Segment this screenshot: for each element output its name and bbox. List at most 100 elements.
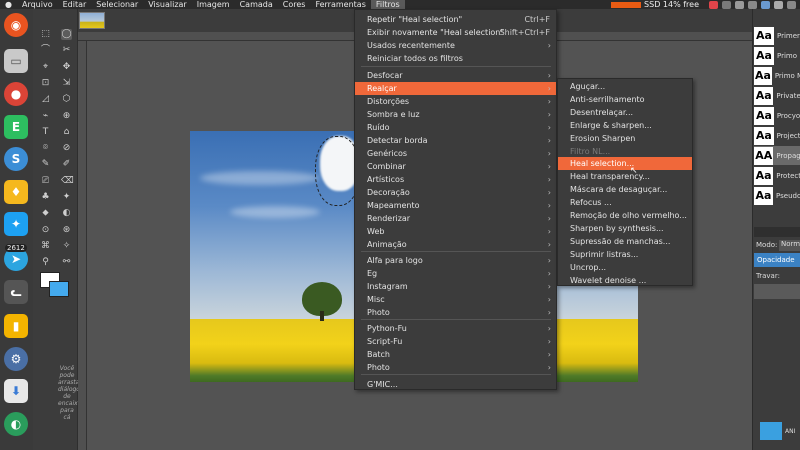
filters-menu-item[interactable]: Realçar › <box>355 82 556 95</box>
files-icon[interactable]: ▭ <box>4 49 28 73</box>
volume-icon[interactable] <box>787 0 796 9</box>
image-tab-thumbnail[interactable] <box>79 12 105 29</box>
menu-cores[interactable]: Cores <box>278 0 311 9</box>
tool-icon[interactable]: ⊛ <box>61 225 72 236</box>
tool-icon[interactable]: ⌘ <box>40 241 51 252</box>
tool-icon[interactable]: ⬚ <box>40 29 51 40</box>
wifi-icon[interactable] <box>774 0 783 9</box>
keyboard-icon[interactable] <box>722 0 731 9</box>
ssd-indicator[interactable]: SSD 14% free <box>611 0 699 9</box>
sound-icon[interactable]: ◐ <box>4 412 28 436</box>
tool-icon[interactable]: ⚯ <box>61 257 72 268</box>
filters-menu-item[interactable]: Genéricos › <box>355 147 556 160</box>
tool-icon[interactable]: ⊡ <box>40 78 51 89</box>
enhance-menu-item[interactable]: Máscara de desaguçar... <box>558 183 692 196</box>
tool-icon[interactable]: ⚲ <box>40 257 51 268</box>
tool-icon[interactable]: ⌖ <box>40 62 51 73</box>
enhance-menu-item[interactable]: Sharpen by synthesis... <box>558 222 692 235</box>
tool-icon[interactable]: ♣ <box>40 192 51 203</box>
tool-icon[interactable]: ✧ <box>61 241 72 252</box>
filters-menu-item[interactable]: Script-Fu › <box>355 335 556 348</box>
slides-icon[interactable]: ▮ <box>4 314 28 338</box>
lightbulb-icon[interactable]: ♦ <box>4 180 28 204</box>
tool-icon[interactable]: ⎚ <box>40 176 51 187</box>
font-item[interactable]: AA Propag <box>754 146 800 165</box>
evernote-icon[interactable]: E <box>4 115 28 139</box>
mode-select[interactable]: Norm <box>779 240 800 251</box>
filters-menu-item[interactable]: Renderizar › <box>355 212 556 225</box>
filters-menu-item[interactable]: Animação › <box>355 238 556 251</box>
font-item[interactable]: Aa Procyo <box>754 106 800 125</box>
menu-selecionar[interactable]: Selecionar <box>91 0 143 9</box>
tool-icon[interactable]: ⌂ <box>61 127 72 138</box>
filters-menu-item[interactable]: Desfocar › <box>355 69 556 82</box>
menu-editar[interactable]: Editar <box>58 0 92 9</box>
simplenote-icon[interactable]: S <box>4 147 28 171</box>
tool-icon[interactable]: ◐ <box>61 208 72 219</box>
enhance-menu-item[interactable]: Uncrop... <box>558 261 692 274</box>
filters-menu-item[interactable]: Alfa para logo › <box>355 254 556 267</box>
filters-menu-item[interactable]: Decoração › <box>355 186 556 199</box>
apple-menu-icon[interactable]: ● <box>0 0 17 9</box>
font-item[interactable]: Aa Primer <box>754 26 800 45</box>
tool-icon[interactable]: ◿ <box>40 94 51 105</box>
filters-menu-item[interactable]: Combinar › <box>355 160 556 173</box>
filters-menu-item[interactable]: Distorções › <box>355 95 556 108</box>
filters-menu-item[interactable]: Detectar borda › <box>355 134 556 147</box>
twitter-icon[interactable]: ✦ <box>4 212 28 236</box>
enhance-menu-item[interactable]: Heal selection... <box>558 157 692 171</box>
tool-icon[interactable]: ⌾ <box>40 143 51 154</box>
filters-menu-item[interactable]: Reiniciar todos os filtros <box>355 52 556 65</box>
tool-icon[interactable]: ◯ <box>61 29 72 40</box>
layer-thumbnail[interactable] <box>760 422 782 440</box>
network-icon[interactable] <box>748 0 757 9</box>
filters-menu-item[interactable]: Photo › <box>355 306 556 319</box>
filters-menu-item[interactable]: Eg › <box>355 267 556 280</box>
ubuntu-logo-icon[interactable]: ◉ <box>4 13 28 37</box>
menu-camada[interactable]: Camada <box>235 0 278 9</box>
filters-menu-item[interactable]: Web › <box>355 225 556 238</box>
enhance-menu-item[interactable]: Heal transparency... <box>558 170 692 183</box>
menu-arquivo[interactable]: Arquivo <box>17 0 58 9</box>
tool-icon[interactable]: ✂ <box>61 45 72 56</box>
filters-menu-item[interactable]: G'MIC... <box>355 378 556 391</box>
layer-row[interactable] <box>754 284 800 299</box>
cat-icon[interactable]: ᓚ <box>4 280 28 304</box>
filters-menu-item[interactable]: Artísticos › <box>355 173 556 186</box>
install-icon[interactable]: ⬇ <box>4 379 28 403</box>
filters-menu-item[interactable]: Batch › <box>355 348 556 361</box>
enhance-menu-item[interactable]: Erosion Sharpen <box>558 132 692 145</box>
enhance-menu-item[interactable]: Suprimir listras... <box>558 248 692 261</box>
tool-icon[interactable]: ✎ <box>40 159 51 170</box>
filters-menu-item[interactable]: Ruído › <box>355 121 556 134</box>
filters-menu-item[interactable]: Instagram › <box>355 280 556 293</box>
filters-menu-item[interactable]: Mapeamento › <box>355 199 556 212</box>
tool-icon[interactable]: ✦ <box>61 192 72 203</box>
font-item[interactable]: Aa Private <box>754 86 800 105</box>
enhance-menu-item[interactable]: Anti-serrilhamento <box>558 93 692 106</box>
tool-icon[interactable]: ⬥ <box>40 208 51 219</box>
filters-menu-item[interactable]: Photo › <box>355 361 556 374</box>
background-color-swatch[interactable] <box>49 281 69 297</box>
filters-menu-item[interactable]: Exibir novamente "Heal selection" Shift+C… <box>355 26 556 39</box>
tool-icon[interactable]: ⌫ <box>61 176 74 187</box>
mail-icon[interactable] <box>709 0 718 9</box>
tool-icon[interactable]: ⌒ <box>40 45 51 56</box>
enhance-menu-item[interactable]: Desentrelaçar... <box>558 106 692 119</box>
tool-icon[interactable]: ✥ <box>61 62 72 73</box>
font-item[interactable]: Aa Primo <box>754 46 800 65</box>
tool-icon[interactable]: ⊕ <box>61 111 72 122</box>
enhance-menu-item[interactable]: Aguçar... <box>558 80 692 93</box>
font-item[interactable]: Aa Protect <box>754 166 800 185</box>
filters-menu-item[interactable]: Usados recentemente › <box>355 39 556 52</box>
enhance-menu-item[interactable]: Remoção de olho vermelho... <box>558 209 692 222</box>
dropbox-icon[interactable] <box>735 0 744 9</box>
vertical-ruler[interactable] <box>78 41 87 450</box>
tool-icon[interactable]: ⊙ <box>40 225 51 236</box>
enhance-menu-item[interactable]: Supressão de manchas... <box>558 235 692 248</box>
filters-menu-item[interactable]: Misc › <box>355 293 556 306</box>
enhance-menu-item[interactable]: Wavelet denoise ... <box>558 274 692 287</box>
font-item[interactable]: Aa Pseudo <box>754 186 800 205</box>
tool-icon[interactable]: ⇲ <box>61 78 72 89</box>
menu-filtros[interactable]: Filtros <box>370 0 405 9</box>
